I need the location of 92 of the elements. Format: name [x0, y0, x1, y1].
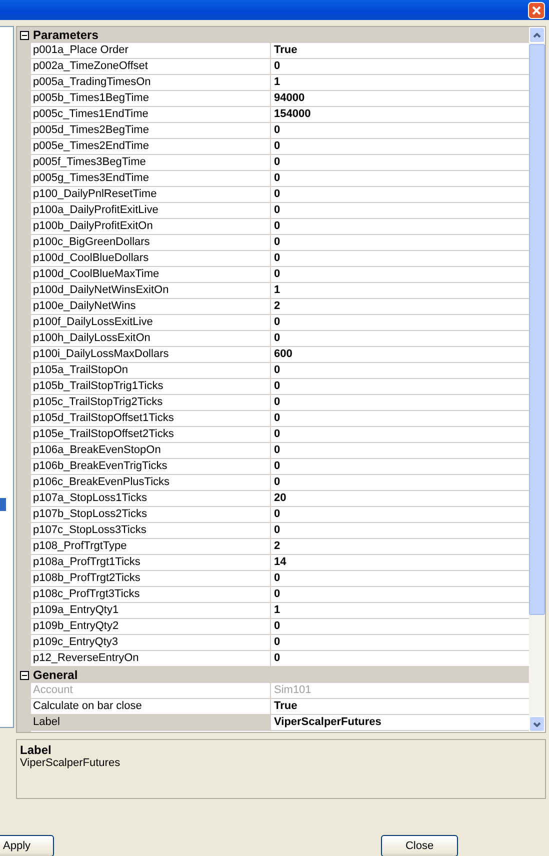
property-value[interactable]: 0: [271, 235, 529, 251]
property-name[interactable]: p005g_Times3EndTime: [31, 171, 271, 187]
property-value[interactable]: 1: [271, 283, 529, 299]
scroll-thumb[interactable]: [529, 44, 545, 615]
property-name[interactable]: p108_ProfTrgtType: [31, 539, 271, 555]
property-value[interactable]: 0: [271, 443, 529, 459]
property-value[interactable]: 0: [271, 203, 529, 219]
property-name[interactable]: p100_DailyPnlResetTime: [31, 187, 271, 203]
property-value[interactable]: 0: [271, 507, 529, 523]
property-name[interactable]: p002a_TimeZoneOffset: [31, 59, 271, 75]
property-name[interactable]: p005d_Times2BegTime: [31, 123, 271, 139]
property-name[interactable]: p100h_DailyLossExitOn: [31, 331, 271, 347]
property-name[interactable]: Label: [31, 715, 271, 731]
property-value[interactable]: 0: [271, 635, 529, 651]
property-value[interactable]: 0: [271, 267, 529, 283]
property-value[interactable]: 0: [271, 155, 529, 171]
category-header: Parameters: [31, 27, 529, 43]
property-value[interactable]: 20: [271, 491, 529, 507]
vertical-scrollbar[interactable]: [529, 27, 545, 732]
property-value[interactable]: 0: [271, 251, 529, 267]
property-name[interactable]: p100i_DailyLossMaxDollars: [31, 347, 271, 363]
property-name[interactable]: p005f_Times3BegTime: [31, 155, 271, 171]
property-name[interactable]: p005e_Times2EndTime: [31, 139, 271, 155]
property-name[interactable]: p005c_Times1EndTime: [31, 107, 271, 123]
close-button[interactable]: Close: [381, 835, 458, 856]
property-name[interactable]: p001a_Place Order: [31, 43, 271, 59]
property-value[interactable]: 0: [271, 619, 529, 635]
property-name[interactable]: p005a_TradingTimesOn: [31, 75, 271, 91]
scroll-up-icon[interactable]: [533, 32, 541, 38]
description-text: ViperScalperFutures: [20, 757, 120, 769]
collapse-icon[interactable]: [20, 30, 28, 40]
property-name[interactable]: p106c_BreakEvenPlusTicks: [31, 475, 271, 491]
property-value[interactable]: 2: [271, 299, 529, 315]
property-name[interactable]: p105a_TrailStopOn: [31, 363, 271, 379]
property-value[interactable]: 0: [271, 123, 529, 139]
property-name[interactable]: p100e_DailyNetWins: [31, 299, 271, 315]
property-value[interactable]: 0: [271, 139, 529, 155]
property-value[interactable]: 600: [271, 347, 529, 363]
property-name[interactable]: p100f_DailyLossExitLive: [31, 315, 271, 331]
property-value[interactable]: 0: [271, 363, 529, 379]
property-value[interactable]: 154000: [271, 107, 529, 123]
property-name[interactable]: p100d_CoolBlueDollars: [31, 251, 271, 267]
property-name[interactable]: p108c_ProfTrgt3Ticks: [31, 587, 271, 603]
property-value[interactable]: 0: [271, 523, 529, 539]
property-name[interactable]: p107a_StopLoss1Ticks: [31, 491, 271, 507]
property-value[interactable]: True: [271, 43, 529, 59]
property-value[interactable]: 2: [271, 539, 529, 555]
category-header: General: [31, 667, 529, 683]
property-name[interactable]: p108b_ProfTrgt2Ticks: [31, 571, 271, 587]
property-name[interactable]: p105c_TrailStopTrig2Ticks: [31, 395, 271, 411]
property-value[interactable]: 0: [271, 379, 529, 395]
property-value[interactable]: 0: [271, 219, 529, 235]
property-value[interactable]: 0: [271, 315, 529, 331]
property-name[interactable]: p005b_Times1BegTime: [31, 91, 271, 107]
property-name[interactable]: p105b_TrailStopTrig1Ticks: [31, 379, 271, 395]
property-name[interactable]: p100d_CoolBlueMaxTime: [31, 267, 271, 283]
property-value[interactable]: 0: [271, 475, 529, 491]
property-name[interactable]: p100b_DailyProfitExitOn: [31, 219, 271, 235]
close-icon[interactable]: [528, 2, 545, 18]
property-name[interactable]: p107b_StopLoss2Ticks: [31, 507, 271, 523]
property-value[interactable]: 1: [271, 75, 529, 91]
property-value[interactable]: 0: [271, 187, 529, 203]
apply-button[interactable]: Apply: [0, 835, 54, 856]
property-name[interactable]: p105d_TrailStopOffset1Ticks: [31, 411, 271, 427]
scroll-down-icon[interactable]: [533, 722, 541, 726]
property-name[interactable]: p106b_BreakEvenTrigTicks: [31, 459, 271, 475]
property-name[interactable]: p109a_EntryQty1: [31, 603, 271, 619]
property-value[interactable]: 0: [271, 59, 529, 75]
property-name[interactable]: p109c_EntryQty3: [31, 635, 271, 651]
property-value[interactable]: 94000: [271, 91, 529, 107]
property-name[interactable]: p100d_DailyNetWinsExitOn: [31, 283, 271, 299]
property-value[interactable]: 0: [271, 171, 529, 187]
collapse-icon[interactable]: [20, 670, 28, 680]
property-value[interactable]: 14: [271, 555, 529, 571]
property-value[interactable]: ViperScalperFutures: [271, 715, 529, 731]
property-value[interactable]: 0: [271, 395, 529, 411]
property-name[interactable]: p107c_StopLoss3Ticks: [31, 523, 271, 539]
property-name[interactable]: p108a_ProfTrgt1Ticks: [31, 555, 271, 571]
property-value[interactable]: 0: [271, 411, 529, 427]
property-value[interactable]: True: [271, 699, 529, 715]
property-name[interactable]: p100a_DailyProfitExitLive: [31, 203, 271, 219]
property-name[interactable]: p105e_TrailStopOffset2Ticks: [31, 427, 271, 443]
property-name[interactable]: p109b_EntryQty2: [31, 619, 271, 635]
property-value[interactable]: 0: [271, 587, 529, 603]
property-value[interactable]: 0: [271, 427, 529, 443]
property-value[interactable]: 0: [271, 331, 529, 347]
property-value[interactable]: 0: [271, 571, 529, 587]
description-title: Label: [20, 743, 52, 757]
property-name[interactable]: p106a_BreakEvenStopOn: [31, 443, 271, 459]
property-value[interactable]: 0: [271, 459, 529, 475]
property-value[interactable]: 1: [271, 603, 529, 619]
property-name[interactable]: p100c_BigGreenDollars: [31, 235, 271, 251]
